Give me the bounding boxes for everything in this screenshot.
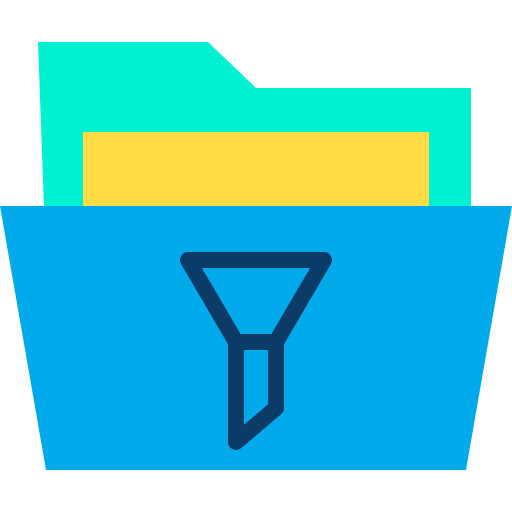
icon-canvas: [0, 0, 512, 512]
folder-filter-icon: [0, 42, 512, 470]
paper-sheet: [83, 132, 429, 208]
